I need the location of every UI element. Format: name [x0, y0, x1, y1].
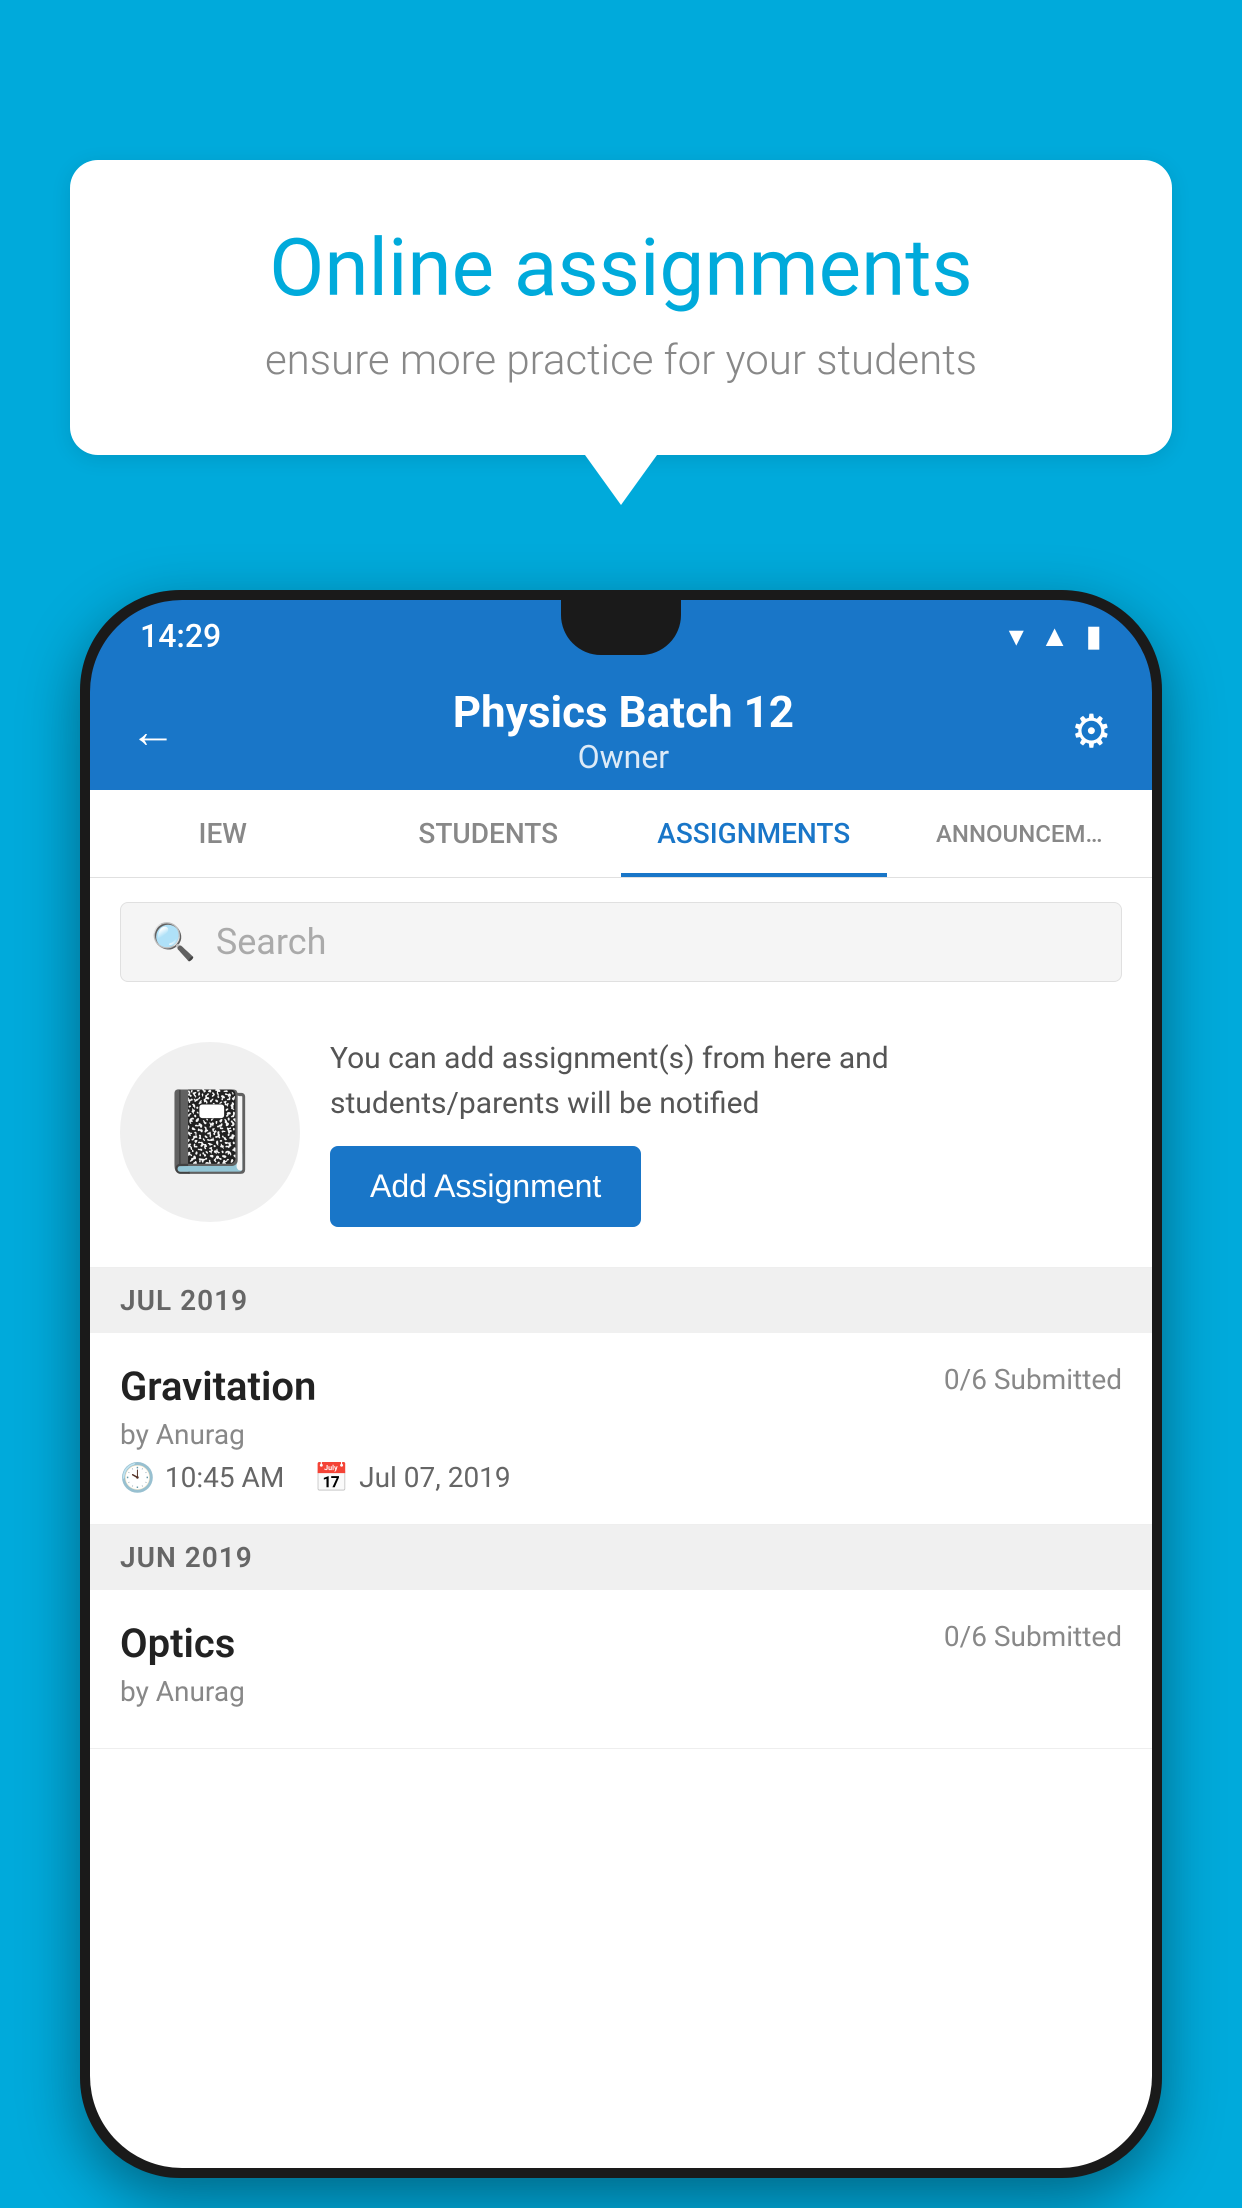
assignment-submitted-gravitation: 0/6 Submitted — [944, 1363, 1122, 1396]
clock-icon: 🕙 — [120, 1461, 155, 1494]
tab-bar: IEW STUDENTS ASSIGNMENTS ANNOUNCEM… — [90, 790, 1152, 878]
calendar-icon: 📅 — [314, 1461, 349, 1494]
assignment-name-gravitation: Gravitation — [120, 1363, 316, 1410]
add-assignment-button[interactable]: Add Assignment — [330, 1146, 641, 1227]
assignment-top-row: Gravitation 0/6 Submitted — [120, 1363, 1122, 1410]
search-bar[interactable]: 🔍 Search — [120, 902, 1122, 982]
promo-icon-circle: 📓 — [120, 1042, 300, 1222]
status-bar: 14:29 ▾ ▲ ▮ — [90, 600, 1152, 672]
screen-content: 🔍 Search 📓 You can add assignment(s) fro… — [90, 878, 1152, 2168]
assignment-submitted-optics: 0/6 Submitted — [944, 1620, 1122, 1653]
tab-assignments[interactable]: ASSIGNMENTS — [621, 790, 887, 877]
assignment-by-optics: by Anurag — [120, 1675, 1122, 1708]
promo-bubble: Online assignments ensure more practice … — [70, 160, 1172, 505]
app-bar-subtitle: Owner — [206, 738, 1041, 776]
app-bar-title: Physics Batch 12 — [206, 686, 1041, 738]
signal-icon: ▲ — [1040, 619, 1070, 654]
wifi-icon: ▾ — [1009, 619, 1024, 654]
promo-description: You can add assignment(s) from here and … — [330, 1036, 1122, 1126]
bubble-tail — [585, 455, 657, 505]
assignment-date: 📅 Jul 07, 2019 — [314, 1461, 510, 1494]
app-bar: ← Physics Batch 12 Owner ⚙ — [90, 672, 1152, 790]
tab-announcements[interactable]: ANNOUNCEM… — [887, 790, 1153, 877]
assignment-by-gravitation: by Anurag — [120, 1418, 1122, 1451]
assignment-time: 🕙 10:45 AM — [120, 1461, 284, 1494]
app-bar-center: Physics Batch 12 Owner — [206, 686, 1041, 776]
bubble-card: Online assignments ensure more practice … — [70, 160, 1172, 455]
tab-students[interactable]: STUDENTS — [356, 790, 622, 877]
search-placeholder: Search — [216, 921, 327, 963]
assignment-item-optics[interactable]: Optics 0/6 Submitted by Anurag — [90, 1590, 1152, 1749]
promo-text-area: You can add assignment(s) from here and … — [330, 1036, 1122, 1227]
status-icons: ▾ ▲ ▮ — [1009, 619, 1102, 654]
notebook-icon: 📓 — [160, 1085, 260, 1179]
tab-iew[interactable]: IEW — [90, 790, 356, 877]
section-header-jul: JUL 2019 — [90, 1268, 1152, 1333]
assignment-meta-gravitation: 🕙 10:45 AM 📅 Jul 07, 2019 — [120, 1461, 1122, 1494]
assignment-date-value: Jul 07, 2019 — [359, 1461, 511, 1494]
promo-section: 📓 You can add assignment(s) from here an… — [90, 1006, 1152, 1268]
assignment-name-optics: Optics — [120, 1620, 235, 1667]
bubble-title: Online assignments — [140, 220, 1102, 316]
search-container: 🔍 Search — [90, 878, 1152, 1006]
assignment-top-row-optics: Optics 0/6 Submitted — [120, 1620, 1122, 1667]
status-time: 14:29 — [140, 617, 221, 655]
phone-screen: 14:29 ▾ ▲ ▮ ← Physics Batch 12 Owner ⚙ I… — [90, 600, 1152, 2168]
assignment-item-gravitation[interactable]: Gravitation 0/6 Submitted by Anurag 🕙 10… — [90, 1333, 1152, 1525]
back-button[interactable]: ← — [130, 704, 176, 759]
assignment-time-value: 10:45 AM — [165, 1461, 284, 1494]
search-icon: 🔍 — [151, 921, 196, 963]
settings-icon[interactable]: ⚙ — [1071, 704, 1112, 759]
battery-icon: ▮ — [1085, 619, 1102, 654]
section-header-jun: JUN 2019 — [90, 1525, 1152, 1590]
phone-frame: 14:29 ▾ ▲ ▮ ← Physics Batch 12 Owner ⚙ I… — [80, 590, 1162, 2178]
notch — [561, 600, 681, 655]
bubble-subtitle: ensure more practice for your students — [140, 336, 1102, 385]
